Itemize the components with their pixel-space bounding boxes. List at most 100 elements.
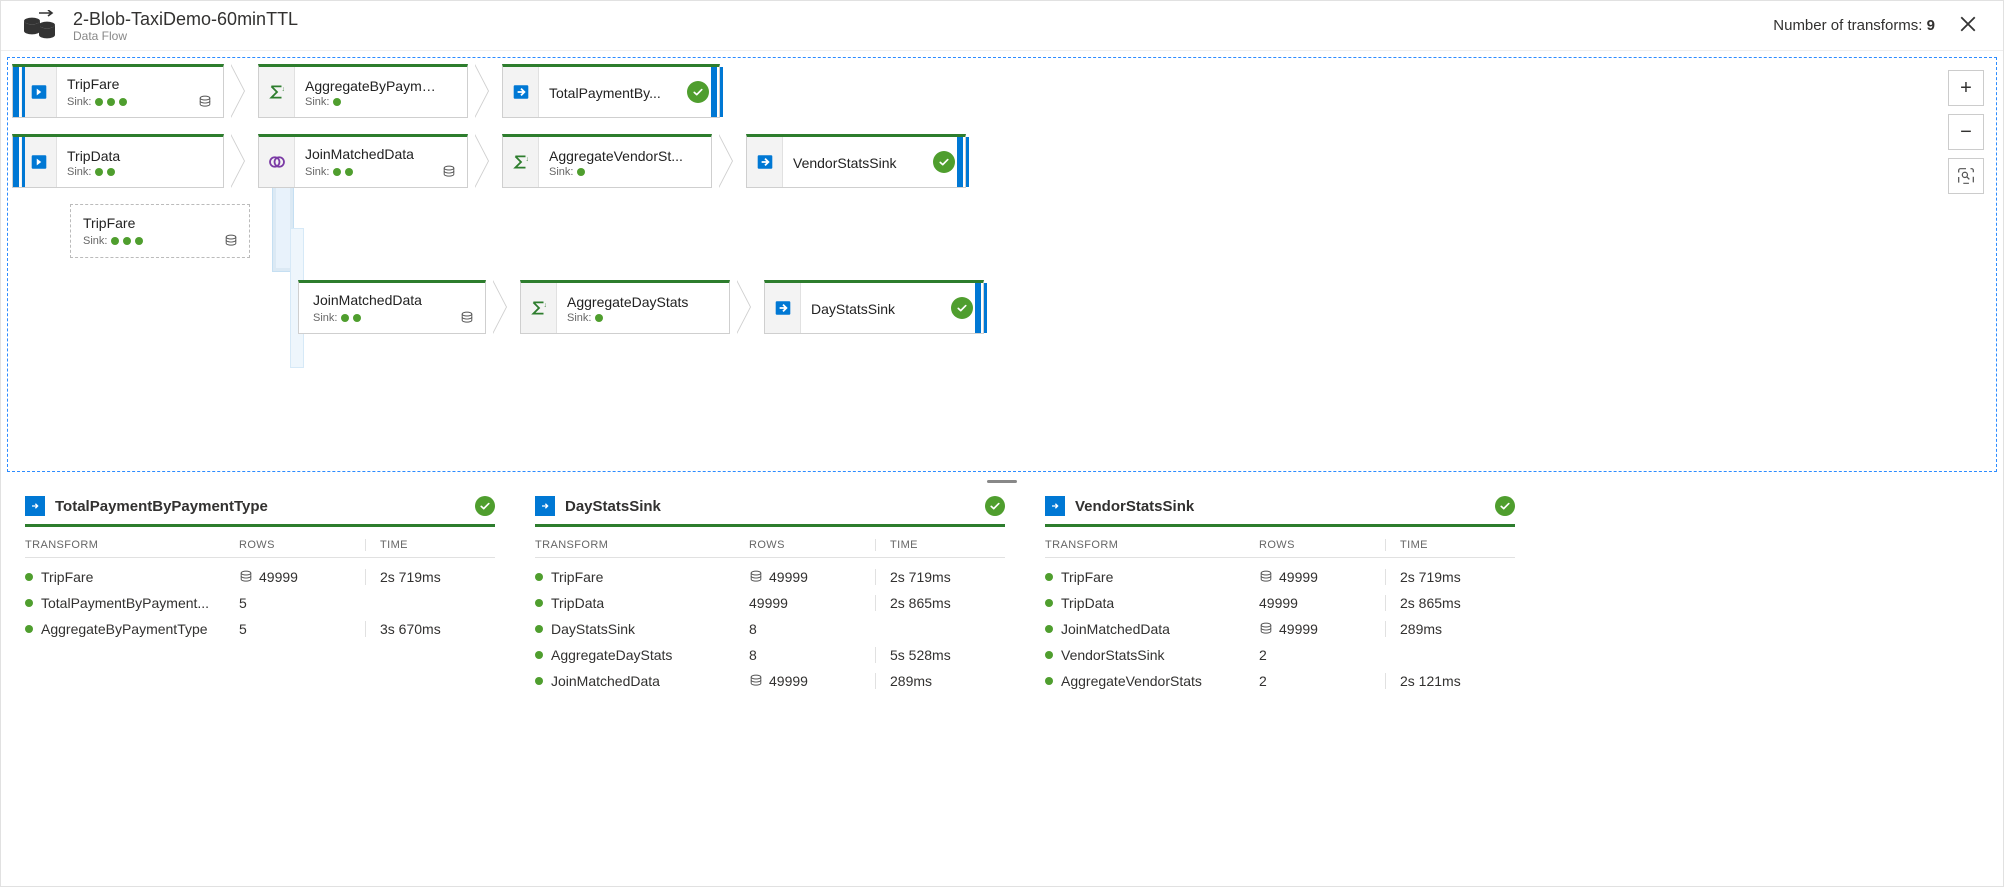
close-button[interactable] (1953, 12, 1983, 40)
canvas[interactable]: + − TripFare Sink: (7, 57, 1997, 472)
success-icon (687, 81, 709, 103)
result-card[interactable]: VendorStatsSink TRANSFORMROWSTIME TripFa… (1045, 492, 1515, 694)
result-row[interactable]: TotalPaymentByPayment... 5 (25, 590, 495, 616)
source-icon (30, 83, 48, 101)
result-row[interactable]: VendorStatsSink 2 (1045, 642, 1515, 668)
status-dot (1045, 599, 1053, 607)
node-vendor-sink[interactable]: VendorStatsSink (746, 134, 966, 188)
time-value: 2s 719ms (365, 569, 495, 585)
chevron-icon (492, 280, 516, 334)
node-aggregate-day[interactable]: AggregateDayStats Sink: (520, 280, 730, 334)
result-card-header: DayStatsSink (535, 492, 1005, 527)
transform-name: AggregateByPaymentType (41, 621, 208, 637)
result-row[interactable]: TripFare 49999 2s 719ms (1045, 564, 1515, 590)
transform-name: TripData (551, 595, 604, 611)
time-value: 2s 719ms (1385, 569, 1515, 585)
time-value: 5s 528ms (875, 647, 1005, 663)
page-title: 2-Blob-TaxiDemo-60minTTL (73, 9, 298, 30)
time-value: 289ms (875, 673, 1005, 689)
node-aggregate-vendor[interactable]: AggregateVendorSt... Sink: (502, 134, 712, 188)
dataflow-icon (21, 8, 61, 44)
barrel-icon (749, 674, 763, 688)
transform-name: DayStatsSink (551, 621, 635, 637)
row-count: 49999 (1279, 569, 1318, 585)
aggregate-icon (512, 153, 530, 171)
transform-name: TotalPaymentByPayment... (41, 595, 209, 611)
time-value: 2s 865ms (875, 595, 1005, 611)
row-count: 49999 (1259, 595, 1298, 611)
result-row[interactable]: AggregateVendorStats 2 2s 121ms (1045, 668, 1515, 694)
success-icon (475, 496, 495, 516)
transform-name: JoinMatchedData (551, 673, 660, 689)
chevron-icon (230, 134, 254, 188)
transform-name: AggregateDayStats (551, 647, 672, 663)
status-dot (535, 573, 543, 581)
aggregate-icon (268, 83, 286, 101)
source-icon (30, 153, 48, 171)
results-panel: TotalPaymentByPaymentType TRANSFORMROWST… (1, 484, 2003, 714)
transform-name: JoinMatchedData (1061, 621, 1170, 637)
status-dot (25, 599, 33, 607)
result-card[interactable]: TotalPaymentByPaymentType TRANSFORMROWST… (25, 492, 495, 694)
sink-icon (774, 299, 792, 317)
result-row[interactable]: TripFare 49999 2s 719ms (25, 564, 495, 590)
node-total-payment[interactable]: TotalPaymentBy... (502, 64, 720, 118)
sink-icon (1045, 496, 1065, 516)
node-join-matched[interactable]: JoinMatchedData Sink: (258, 134, 468, 188)
status-dot (1045, 573, 1053, 581)
status-dot (25, 573, 33, 581)
zoom-fit-button[interactable] (1948, 158, 1984, 194)
status-dot (535, 677, 543, 685)
node-day-sink[interactable]: DayStatsSink (764, 280, 984, 334)
node-tripfare-ref[interactable]: TripFare Sink: (70, 204, 250, 258)
result-row[interactable]: TripData 49999 2s 865ms (1045, 590, 1515, 616)
result-card-header: TotalPaymentByPaymentType (25, 492, 495, 527)
chevron-icon (230, 64, 254, 118)
result-row[interactable]: JoinMatchedData 49999 289ms (535, 668, 1005, 694)
transform-name: VendorStatsSink (1061, 647, 1165, 663)
success-icon (1495, 496, 1515, 516)
aggregate-icon (530, 299, 548, 317)
row-count: 8 (749, 621, 757, 637)
transform-count: Number of transforms: 9 (1773, 17, 1935, 34)
zoom-in-button[interactable]: + (1948, 70, 1984, 106)
node-aggregate-by-payment[interactable]: AggregateByPayme... Sink: (258, 64, 468, 118)
node-join-matched-ref[interactable]: JoinMatchedData Sink: (298, 280, 486, 334)
result-row[interactable]: TripFare 49999 2s 719ms (535, 564, 1005, 590)
result-card-title: TotalPaymentByPaymentType (55, 498, 268, 515)
status-dot (535, 625, 543, 633)
result-row[interactable]: JoinMatchedData 49999 289ms (1045, 616, 1515, 642)
time-value: 2s 865ms (1385, 595, 1515, 611)
barrel-icon (197, 94, 213, 110)
barrel-icon (459, 310, 475, 326)
transform-name: TripFare (41, 569, 93, 585)
row-count: 5 (239, 595, 247, 611)
result-row[interactable]: AggregateByPaymentType 5 3s 670ms (25, 616, 495, 642)
sink-icon (756, 153, 774, 171)
time-value: 3s 670ms (365, 621, 495, 637)
row-count: 5 (239, 621, 247, 637)
chevron-icon (718, 134, 742, 188)
result-row[interactable]: DayStatsSink 8 (535, 616, 1005, 642)
result-row[interactable]: TripData 49999 2s 865ms (535, 590, 1005, 616)
node-tripfare[interactable]: TripFare Sink: (12, 64, 224, 118)
status-dot (25, 625, 33, 633)
transform-name: TripFare (1061, 569, 1113, 585)
node-tripdata[interactable]: TripData Sink: (12, 134, 224, 188)
time-value: 2s 121ms (1385, 673, 1515, 689)
result-card-header: VendorStatsSink (1045, 492, 1515, 527)
zoom-out-button[interactable]: − (1948, 114, 1984, 150)
row-count: 2 (1259, 647, 1267, 663)
barrel-icon (223, 233, 239, 249)
sink-icon (25, 496, 45, 516)
status-dot (535, 599, 543, 607)
result-row[interactable]: AggregateDayStats 8 5s 528ms (535, 642, 1005, 668)
page-subtitle: Data Flow (73, 29, 298, 43)
column-headers: TRANSFORMROWSTIME (535, 533, 1005, 558)
row-count: 49999 (769, 569, 808, 585)
status-dot (1045, 625, 1053, 633)
header: 2-Blob-TaxiDemo-60minTTL Data Flow Numbe… (1, 1, 2003, 51)
sink-icon (535, 496, 555, 516)
transform-name: TripData (1061, 595, 1114, 611)
result-card[interactable]: DayStatsSink TRANSFORMROWSTIME TripFare … (535, 492, 1005, 694)
